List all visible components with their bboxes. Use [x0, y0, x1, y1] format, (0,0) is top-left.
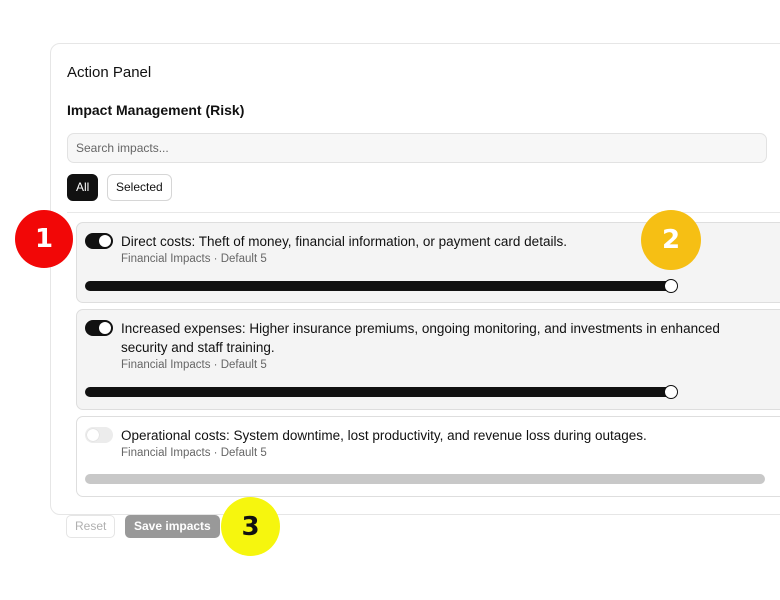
toggle-knob — [87, 429, 99, 441]
impact-toggle[interactable] — [85, 427, 113, 443]
action-panel: Action Panel Impact Management (Risk) Al… — [50, 43, 780, 515]
impact-meta: Financial Impacts · Default 5 — [121, 253, 267, 265]
impact-title: Operational costs: System downtime, lost… — [121, 428, 647, 443]
impact-slider-track-disabled — [85, 474, 765, 484]
filter-selected-button[interactable]: Selected — [107, 174, 172, 201]
reset-button[interactable]: Reset — [66, 515, 116, 538]
impact-card-increased-expenses: Increased expenses: Higher insurance pre… — [76, 309, 780, 410]
impact-slider-track[interactable] — [85, 281, 675, 291]
impact-meta: Financial Impacts · Default 5 — [121, 447, 267, 459]
impact-card-operational-costs: Operational costs: System downtime, lost… — [76, 416, 780, 497]
impact-slider-thumb[interactable] — [664, 385, 678, 399]
impact-title: Direct costs: Theft of money, financial … — [121, 234, 567, 249]
search-input[interactable] — [67, 133, 767, 163]
annotation-badge-3: 3 — [221, 497, 280, 556]
annotation-badge-1: 1 — [15, 210, 73, 268]
impact-toggle[interactable] — [85, 320, 113, 336]
impact-slider-track[interactable] — [85, 387, 675, 397]
impact-title: Increased expenses: Higher insurance pre… — [121, 321, 720, 355]
panel-title: Action Panel — [67, 64, 152, 81]
impact-meta: Financial Impacts · Default 5 — [121, 359, 267, 371]
impact-slider-thumb[interactable] — [664, 279, 678, 293]
toggle-knob — [99, 235, 111, 247]
toggle-knob — [99, 322, 111, 334]
annotation-badge-2: 2 — [641, 210, 701, 270]
filter-all-button[interactable]: All — [67, 174, 99, 201]
section-title: Impact Management (Risk) — [67, 102, 245, 118]
save-impacts-button[interactable]: Save impacts — [125, 515, 220, 538]
impact-toggle[interactable] — [85, 233, 113, 249]
